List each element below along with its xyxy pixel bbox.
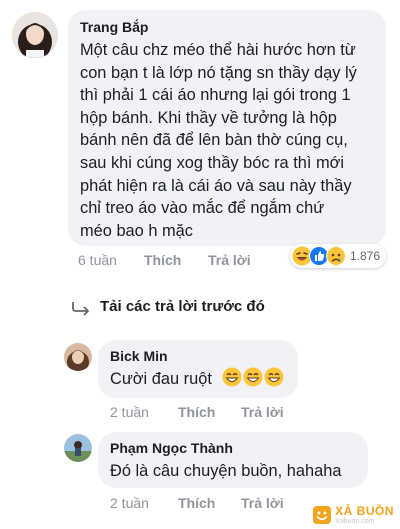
- comment-text-line: méo bao h mặc: [80, 221, 193, 240]
- reply-reply-button[interactable]: Trả lời: [241, 404, 284, 420]
- avatar-trang-bap[interactable]: [12, 12, 58, 58]
- reply-time: 2 tuần: [110, 404, 149, 420]
- reply-text-row: Cười đau ruột: [110, 367, 286, 391]
- reply-author[interactable]: Bick Min: [110, 347, 286, 365]
- comment-text-line: sau khi cúng xog thầy bóc ra thì mới: [80, 153, 345, 172]
- comment-text-line: bánh nên đã để lên bàn thờ cúng cụ,: [80, 131, 348, 150]
- comment-actions: 6 tuần Thích Trả lời: [78, 252, 328, 272]
- comment-text-line: con bạn t là lớp nó tặng sn thầy dạy lý: [80, 63, 357, 82]
- reply-like-button[interactable]: Thích: [178, 495, 215, 511]
- comment-author[interactable]: Trang Bắp: [80, 18, 374, 36]
- avatar-pham-ngoc-thanh[interactable]: [64, 434, 92, 462]
- watermark-brand: XẢ BUỒN: [335, 504, 394, 518]
- reply-bubble: Phạm Ngọc Thành Đó là câu chuyện buồn, h…: [98, 432, 368, 488]
- grin-emoji-icon: [222, 367, 242, 387]
- comment-text-line: thì phải 1 cái áo nhưng lại gói trong 1: [80, 86, 351, 105]
- reply-bubble: Bick Min Cười đau ruột: [98, 340, 298, 398]
- avatar-bick-min[interactable]: [64, 343, 92, 371]
- comment-reply-button[interactable]: Trả lời: [208, 252, 251, 268]
- comment-bubble: Trang Bắp Một câu chz méo thể hài hước h…: [68, 10, 386, 246]
- avatar-photo: [64, 343, 92, 371]
- grin-emoji-icon: [243, 367, 263, 387]
- reply-reply-button[interactable]: Trả lời: [241, 495, 284, 511]
- comment-text-line: phát hiện ra là cái áo và sau này thầy: [80, 176, 352, 195]
- sad-emoji-icon: [326, 246, 346, 266]
- comment-text-line: chỉ treo áo vào mắc để ngắm chứ: [80, 199, 325, 218]
- watermark-url: Xabuon.com: [335, 518, 375, 525]
- reply-actions: 2 tuần Thích Trả lời: [110, 404, 330, 424]
- reply-like-button[interactable]: Thích: [178, 404, 215, 420]
- load-previous-replies[interactable]: Tải các trả lời trước đó: [70, 296, 330, 320]
- load-previous-label[interactable]: Tải các trả lời trước đó: [100, 298, 265, 315]
- reaction-count: 1.876: [350, 249, 381, 263]
- grin-emoji-icon: [264, 367, 284, 387]
- comment-text-line: Một câu chz méo thể hài hước hơn từ: [80, 41, 356, 59]
- reply-text: Đó là câu chuyện buồn, hahaha: [110, 462, 342, 480]
- watermark-logo: XẢ BUỒN Xabuon.com: [312, 505, 394, 525]
- reply-arrow-icon: [72, 302, 89, 316]
- avatar-photo: [12, 12, 58, 58]
- avatar-photo: [64, 434, 92, 462]
- comment-text: Một câu chz méo thể hài hước hơn từ con …: [80, 39, 374, 242]
- reply-time: 2 tuần: [110, 495, 149, 511]
- comment-text-line: hộp bánh. Khi thầy về tưởng là hộp: [80, 108, 337, 127]
- comment-time: 6 tuần: [78, 252, 117, 268]
- reply-text: Cười đau ruột: [110, 370, 212, 388]
- comment-like-button[interactable]: Thích: [144, 252, 181, 268]
- smiley-logo-icon: [313, 506, 332, 524]
- reply-author[interactable]: Phạm Ngọc Thành: [110, 439, 356, 457]
- reply-actions: 2 tuần Thích Trả lời: [110, 495, 330, 515]
